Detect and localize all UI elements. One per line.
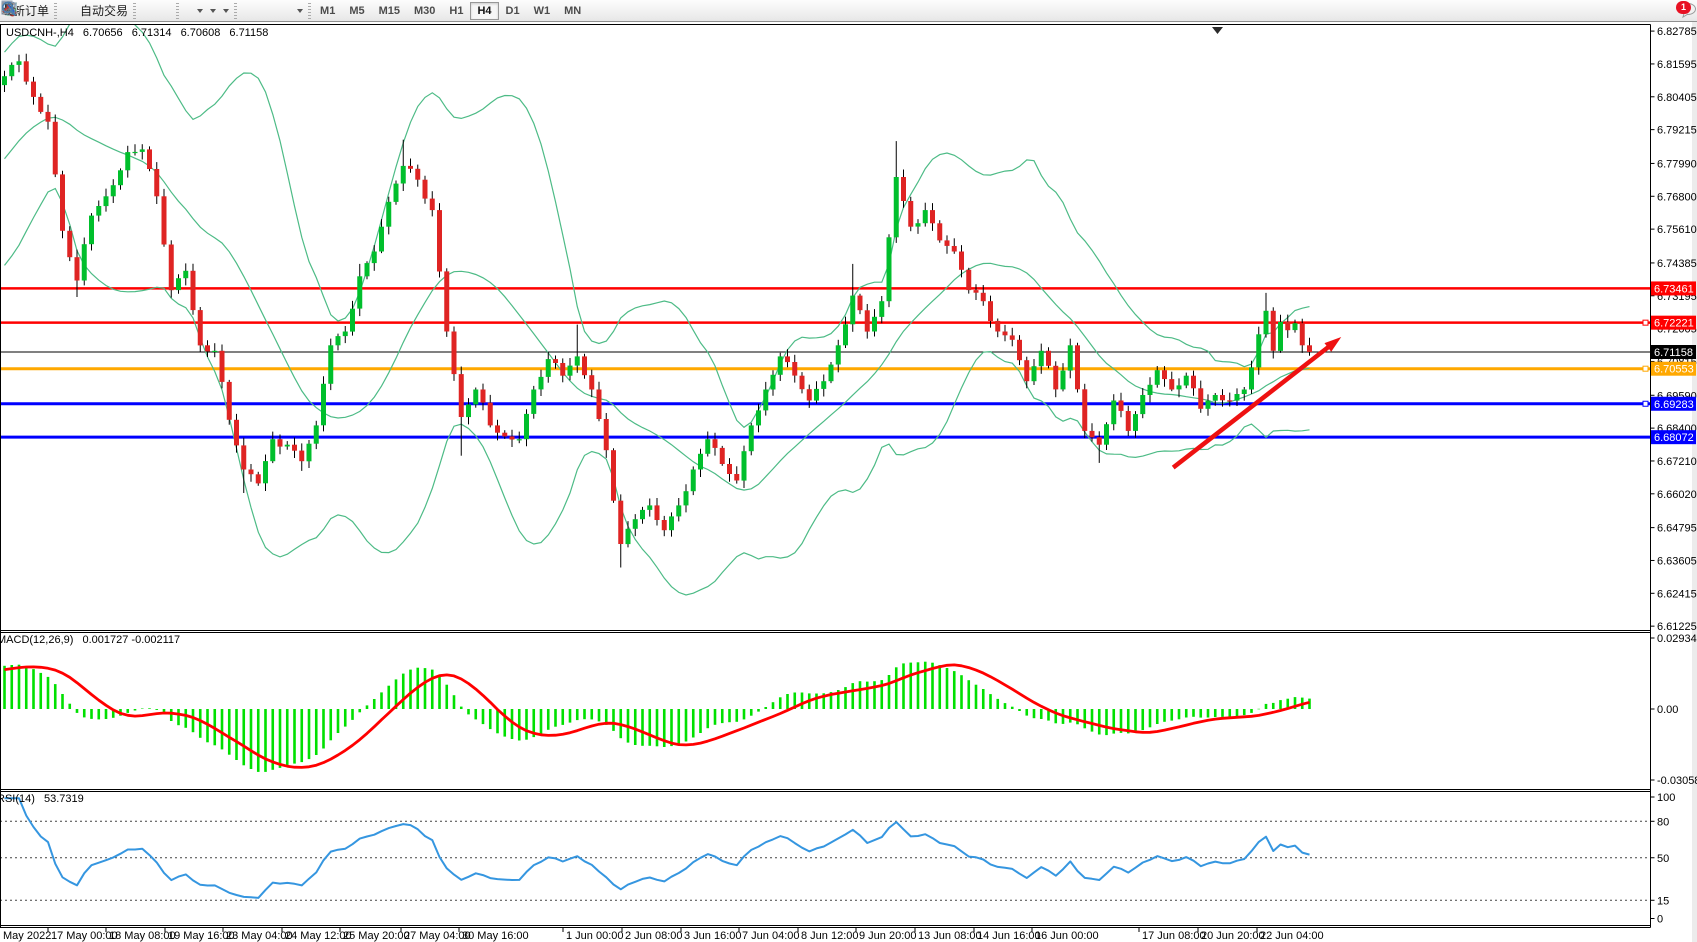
svg-text:9 Jun 20:00: 9 Jun 20:00 [859, 930, 917, 942]
timeframe-button-D1[interactable]: D1 [499, 2, 527, 20]
svg-text:6.81595: 6.81595 [1657, 59, 1697, 71]
timeframe-button-H1[interactable]: H1 [442, 2, 470, 20]
timeframe-button-M15[interactable]: M15 [372, 2, 407, 20]
timeframe-button-M5[interactable]: M5 [342, 2, 371, 20]
svg-text:6.74385: 6.74385 [1657, 258, 1697, 270]
svg-text:30 May 16:00: 30 May 16:00 [462, 930, 529, 942]
svg-text:6.63605: 6.63605 [1657, 555, 1697, 567]
new-chart-button[interactable] [193, 1, 206, 21]
toolbar-grip [176, 3, 179, 19]
svg-text:20 Jun 20:00: 20 Jun 20:00 [1201, 930, 1265, 942]
dropdown-arrow-icon[interactable] [223, 9, 229, 13]
timeframe-button-MN[interactable]: MN [557, 2, 588, 20]
dropdown-arrow-icon[interactable] [297, 9, 303, 13]
notification-badge[interactable]: 1 [1676, 1, 1691, 14]
svg-text:6.79215: 6.79215 [1657, 125, 1697, 137]
chart-canvas[interactable]: 6.82785 6.81595 6.80405 6.79215 6.77990 6.768… [0, 0, 1697, 942]
svg-text:80: 80 [1657, 816, 1669, 828]
line-handle[interactable] [1643, 366, 1648, 371]
svg-text:6.71158: 6.71158 [1654, 347, 1693, 359]
svg-text:14 Jun 16:00: 14 Jun 16:00 [977, 930, 1041, 942]
rsi-name: RSI(14) [0, 793, 35, 805]
svg-text:7 Jun 04:00: 7 Jun 04:00 [742, 930, 800, 942]
svg-text:6.61225: 6.61225 [1657, 621, 1697, 633]
svg-text:2 Jun 08:00: 2 Jun 08:00 [625, 930, 683, 942]
rsi-indicator-label: RSI(14) 53.7319 [0, 793, 90, 805]
svg-text:6.68072: 6.68072 [1654, 432, 1694, 444]
macd-name: MACD(12,26,9) [0, 634, 73, 646]
notifications-button[interactable]: 1 [1679, 1, 1685, 21]
svg-text:3 Jun 16:00: 3 Jun 16:00 [684, 930, 742, 942]
svg-text:6.62415: 6.62415 [1657, 588, 1697, 600]
timeframe-toolbar: M1M5M15M30H1H4D1W1MN [313, 2, 588, 20]
search-icon [0, 0, 18, 18]
svg-text:22 Jun 04:00: 22 Jun 04:00 [1260, 930, 1324, 942]
svg-text:25 May 20:00: 25 May 20:00 [343, 930, 410, 942]
window-edge-strip [1692, 0, 1697, 942]
template-button[interactable] [219, 1, 232, 21]
svg-text:50: 50 [1657, 853, 1669, 865]
svg-text:100: 100 [1657, 792, 1675, 804]
svg-text:6.75610: 6.75610 [1657, 224, 1697, 236]
timeframe-button-H4[interactable]: H4 [470, 2, 498, 20]
trading-terminal-window: { "toolbar": { "new_order_label": "新订单",… [0, 0, 1697, 942]
macd-indicator-label: MACD(12,26,9) 0.001727 -0.002117 [0, 634, 186, 646]
svg-text:May 2022: May 2022 [3, 930, 51, 942]
close-value: 6.71158 [229, 27, 268, 39]
svg-text:24 May 12:00: 24 May 12:00 [285, 930, 352, 942]
main-toolbar: 新订单 自动交易 [0, 0, 1697, 22]
svg-text:1 Jun 00:00: 1 Jun 00:00 [566, 930, 624, 942]
svg-text:-0.030587: -0.030587 [1657, 775, 1697, 787]
open-value: 6.70656 [83, 27, 123, 39]
symbol-timeframe-label: USDCNH-,H4 [6, 27, 74, 39]
timeframe-button-M1[interactable]: M1 [313, 2, 342, 20]
svg-text:6.69283: 6.69283 [1654, 399, 1694, 411]
toolbar-grip [308, 3, 311, 19]
macd-values: 0.001727 -0.002117 [82, 634, 180, 646]
timeframe-button-M30[interactable]: M30 [407, 2, 442, 20]
toolbar-grip [54, 3, 57, 19]
chart-title: USDCNH-,H4 6.70656 6.71314 6.70608 6.711… [6, 27, 274, 39]
svg-text:6.77990: 6.77990 [1657, 158, 1697, 170]
svg-text:6.67210: 6.67210 [1657, 456, 1697, 468]
line-handle[interactable] [1643, 401, 1648, 406]
dropdown-arrow-icon[interactable] [210, 9, 216, 13]
toolbar-grip [133, 3, 136, 19]
svg-text:18 May 08:00: 18 May 08:00 [109, 930, 176, 942]
toolbar-grip [234, 3, 237, 19]
rsi-value: 53.7319 [44, 793, 84, 805]
low-value: 6.70608 [181, 27, 221, 39]
svg-text:6.66020: 6.66020 [1657, 489, 1697, 501]
svg-text:0: 0 [1657, 914, 1663, 926]
arrows-tool-button[interactable] [293, 1, 306, 21]
svg-text:6.70553: 6.70553 [1654, 364, 1694, 376]
svg-text:6.76800: 6.76800 [1657, 191, 1697, 203]
auto-trading-label: 自动交易 [80, 2, 128, 19]
svg-text:6.73461: 6.73461 [1654, 283, 1694, 295]
line-handle[interactable] [1643, 320, 1648, 325]
timeframe-button-W1[interactable]: W1 [527, 2, 558, 20]
svg-text:17 May 00:00: 17 May 00:00 [51, 930, 118, 942]
auto-trading-button[interactable]: 自动交易 [77, 1, 131, 21]
new-order-label: 新订单 [13, 2, 49, 19]
tile-windows-button[interactable] [168, 1, 174, 21]
svg-text:6.82785: 6.82785 [1657, 26, 1697, 38]
svg-text:13 Jun 08:00: 13 Jun 08:00 [918, 930, 982, 942]
svg-text:16 Jun 00:00: 16 Jun 00:00 [1035, 930, 1099, 942]
svg-text:19 May 16:00: 19 May 16:00 [168, 930, 235, 942]
svg-text:15: 15 [1657, 895, 1669, 907]
svg-text:8 Jun 12:00: 8 Jun 12:00 [801, 930, 859, 942]
svg-text:0.029341: 0.029341 [1657, 633, 1697, 645]
high-value: 6.71314 [132, 27, 172, 39]
svg-text:23 May 04:00: 23 May 04:00 [226, 930, 293, 942]
period-clock-button[interactable] [206, 1, 219, 21]
svg-text:6.72221: 6.72221 [1654, 318, 1694, 330]
svg-text:27 May 04:00: 27 May 04:00 [404, 930, 471, 942]
svg-text:6.80405: 6.80405 [1657, 92, 1697, 104]
svg-text:0.00: 0.00 [1657, 704, 1678, 716]
dropdown-arrow-icon[interactable] [197, 9, 203, 13]
svg-text:6.64795: 6.64795 [1657, 523, 1697, 535]
svg-text:17 Jun 08:00: 17 Jun 08:00 [1142, 930, 1206, 942]
